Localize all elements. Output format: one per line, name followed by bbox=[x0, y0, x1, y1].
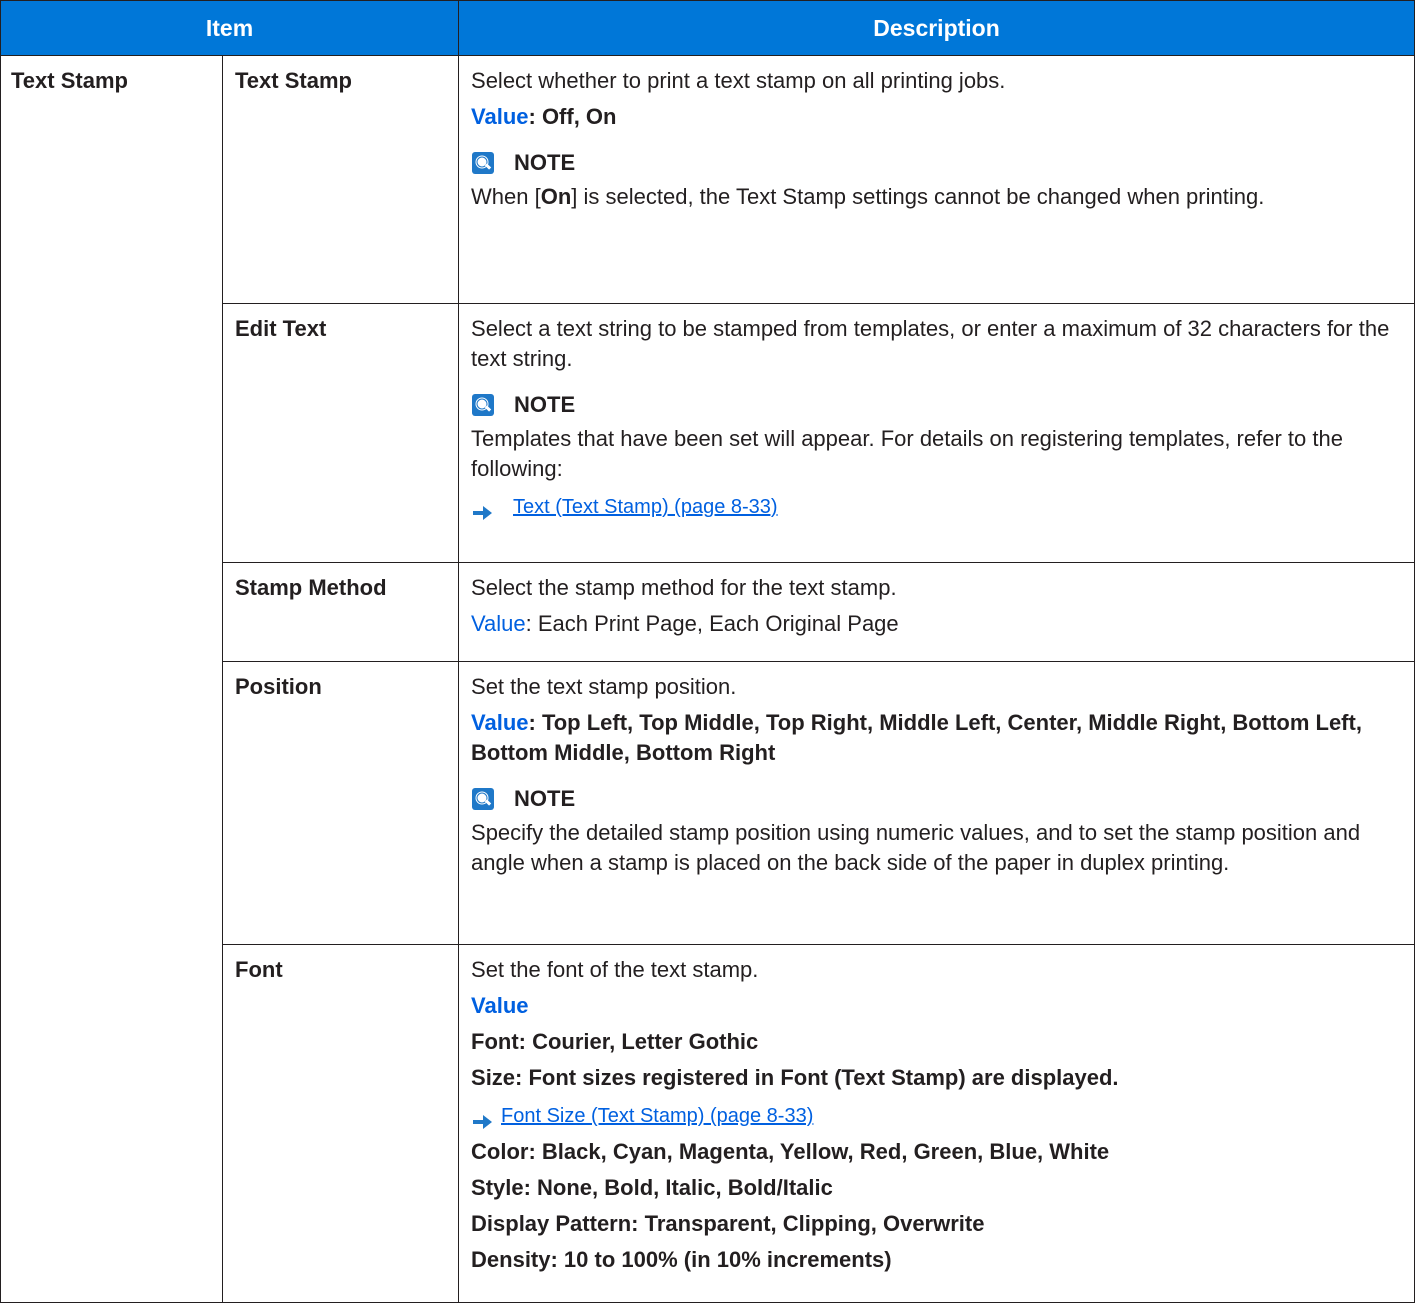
value-label: Value bbox=[471, 104, 529, 129]
cross-reference: Font Size (Text Stamp) (page 8-33) bbox=[471, 1101, 1402, 1131]
color-value-line: Color: Black, Cyan, Magenta, Yellow, Red… bbox=[471, 1139, 1110, 1164]
value-text: : Top Left, Top Middle, Top Right, Middl… bbox=[471, 710, 1362, 765]
note-text: Templates that have been set will appear… bbox=[471, 426, 1343, 481]
note-text-part: ] is selected, the Text Stamp settings c… bbox=[571, 184, 1265, 209]
note-title: NOTE bbox=[514, 786, 576, 811]
value-line: Value: Top Left, Top Middle, Top Right, … bbox=[471, 708, 1402, 768]
description-position: Set the text stamp position. Value: Top … bbox=[458, 661, 1416, 945]
value-label: Value bbox=[471, 993, 529, 1018]
description-text: Set the text stamp position. bbox=[471, 674, 737, 699]
note-text: When [On] is selected, the Text Stamp se… bbox=[471, 182, 1402, 212]
right-arrow-icon bbox=[473, 1108, 493, 1129]
density-value-line: Density: 10 to 100% (in 10% increments) bbox=[471, 1247, 892, 1272]
value-text: : Each Print Page, Each Original Page bbox=[525, 611, 899, 636]
value-text: : Off, On bbox=[528, 104, 617, 129]
group-label-text-stamp: Text Stamp bbox=[0, 55, 223, 1303]
table-row: Text Stamp Text Stamp Select whether to … bbox=[0, 55, 1416, 1303]
size-value-line: Size: Font sizes registered in Font (Tex… bbox=[471, 1065, 1119, 1090]
note-text: Specify the detailed stamp position usin… bbox=[471, 820, 1361, 875]
item-name-font: Font bbox=[221, 944, 460, 1303]
value-line: Value: Off, On bbox=[471, 102, 1402, 132]
item-name-edit-text: Edit Text bbox=[221, 303, 460, 563]
description-text: Set the font of the text stamp. bbox=[471, 957, 759, 982]
item-name-stamp-method: Stamp Method bbox=[221, 562, 460, 662]
description-stamp-method: Select the stamp method for the text sta… bbox=[458, 562, 1416, 662]
value-label: Value bbox=[471, 611, 526, 636]
note-lightbulb-icon bbox=[472, 788, 495, 810]
note-header: NOTE bbox=[471, 146, 1402, 180]
item-name-position: Position bbox=[221, 661, 460, 945]
cross-reference: Text (Text Stamp) (page 8-33) bbox=[471, 492, 1402, 522]
note-title: NOTE bbox=[514, 150, 576, 175]
note-text-part: When [ bbox=[471, 184, 541, 209]
note-lightbulb-icon bbox=[472, 152, 495, 174]
column-header-description: Description bbox=[458, 0, 1416, 56]
description-text-stamp: Select whether to print a text stamp on … bbox=[458, 55, 1416, 304]
pattern-value-line: Display Pattern: Transparent, Clipping, … bbox=[471, 1211, 985, 1236]
item-name-text-stamp: Text Stamp bbox=[221, 55, 460, 304]
note-lightbulb-icon bbox=[472, 394, 495, 416]
column-header-item: Item bbox=[0, 0, 460, 56]
value-line: Value: Each Print Page, Each Original Pa… bbox=[471, 609, 1402, 639]
description-text: Select a text string to be stamped from … bbox=[471, 316, 1390, 371]
note-header: NOTE bbox=[471, 388, 1402, 422]
right-arrow-icon bbox=[473, 499, 493, 520]
settings-table: Item Description Text Stamp Text Stamp S… bbox=[0, 0, 1416, 1303]
table-header-row: Item Description bbox=[0, 0, 1416, 56]
value-label: Value bbox=[471, 710, 529, 735]
note-title: NOTE bbox=[514, 392, 576, 417]
description-text: Select the stamp method for the text sta… bbox=[471, 575, 897, 600]
description-edit-text: Select a text string to be stamped from … bbox=[458, 303, 1416, 563]
description-text: Select whether to print a text stamp on … bbox=[471, 68, 1006, 93]
font-value-line: Font: Courier, Letter Gothic bbox=[471, 1029, 759, 1054]
style-value-line: Style: None, Bold, Italic, Bold/Italic bbox=[471, 1175, 833, 1200]
description-font: Set the font of the text stamp. Value Fo… bbox=[458, 944, 1416, 1303]
xref-link-text-stamp[interactable]: Text (Text Stamp) (page 8-33) bbox=[513, 492, 778, 522]
note-header: NOTE bbox=[471, 782, 1402, 816]
note-text-bold: On bbox=[540, 184, 572, 209]
xref-link-font-size[interactable]: Font Size (Text Stamp) (page 8-33) bbox=[501, 1101, 813, 1131]
